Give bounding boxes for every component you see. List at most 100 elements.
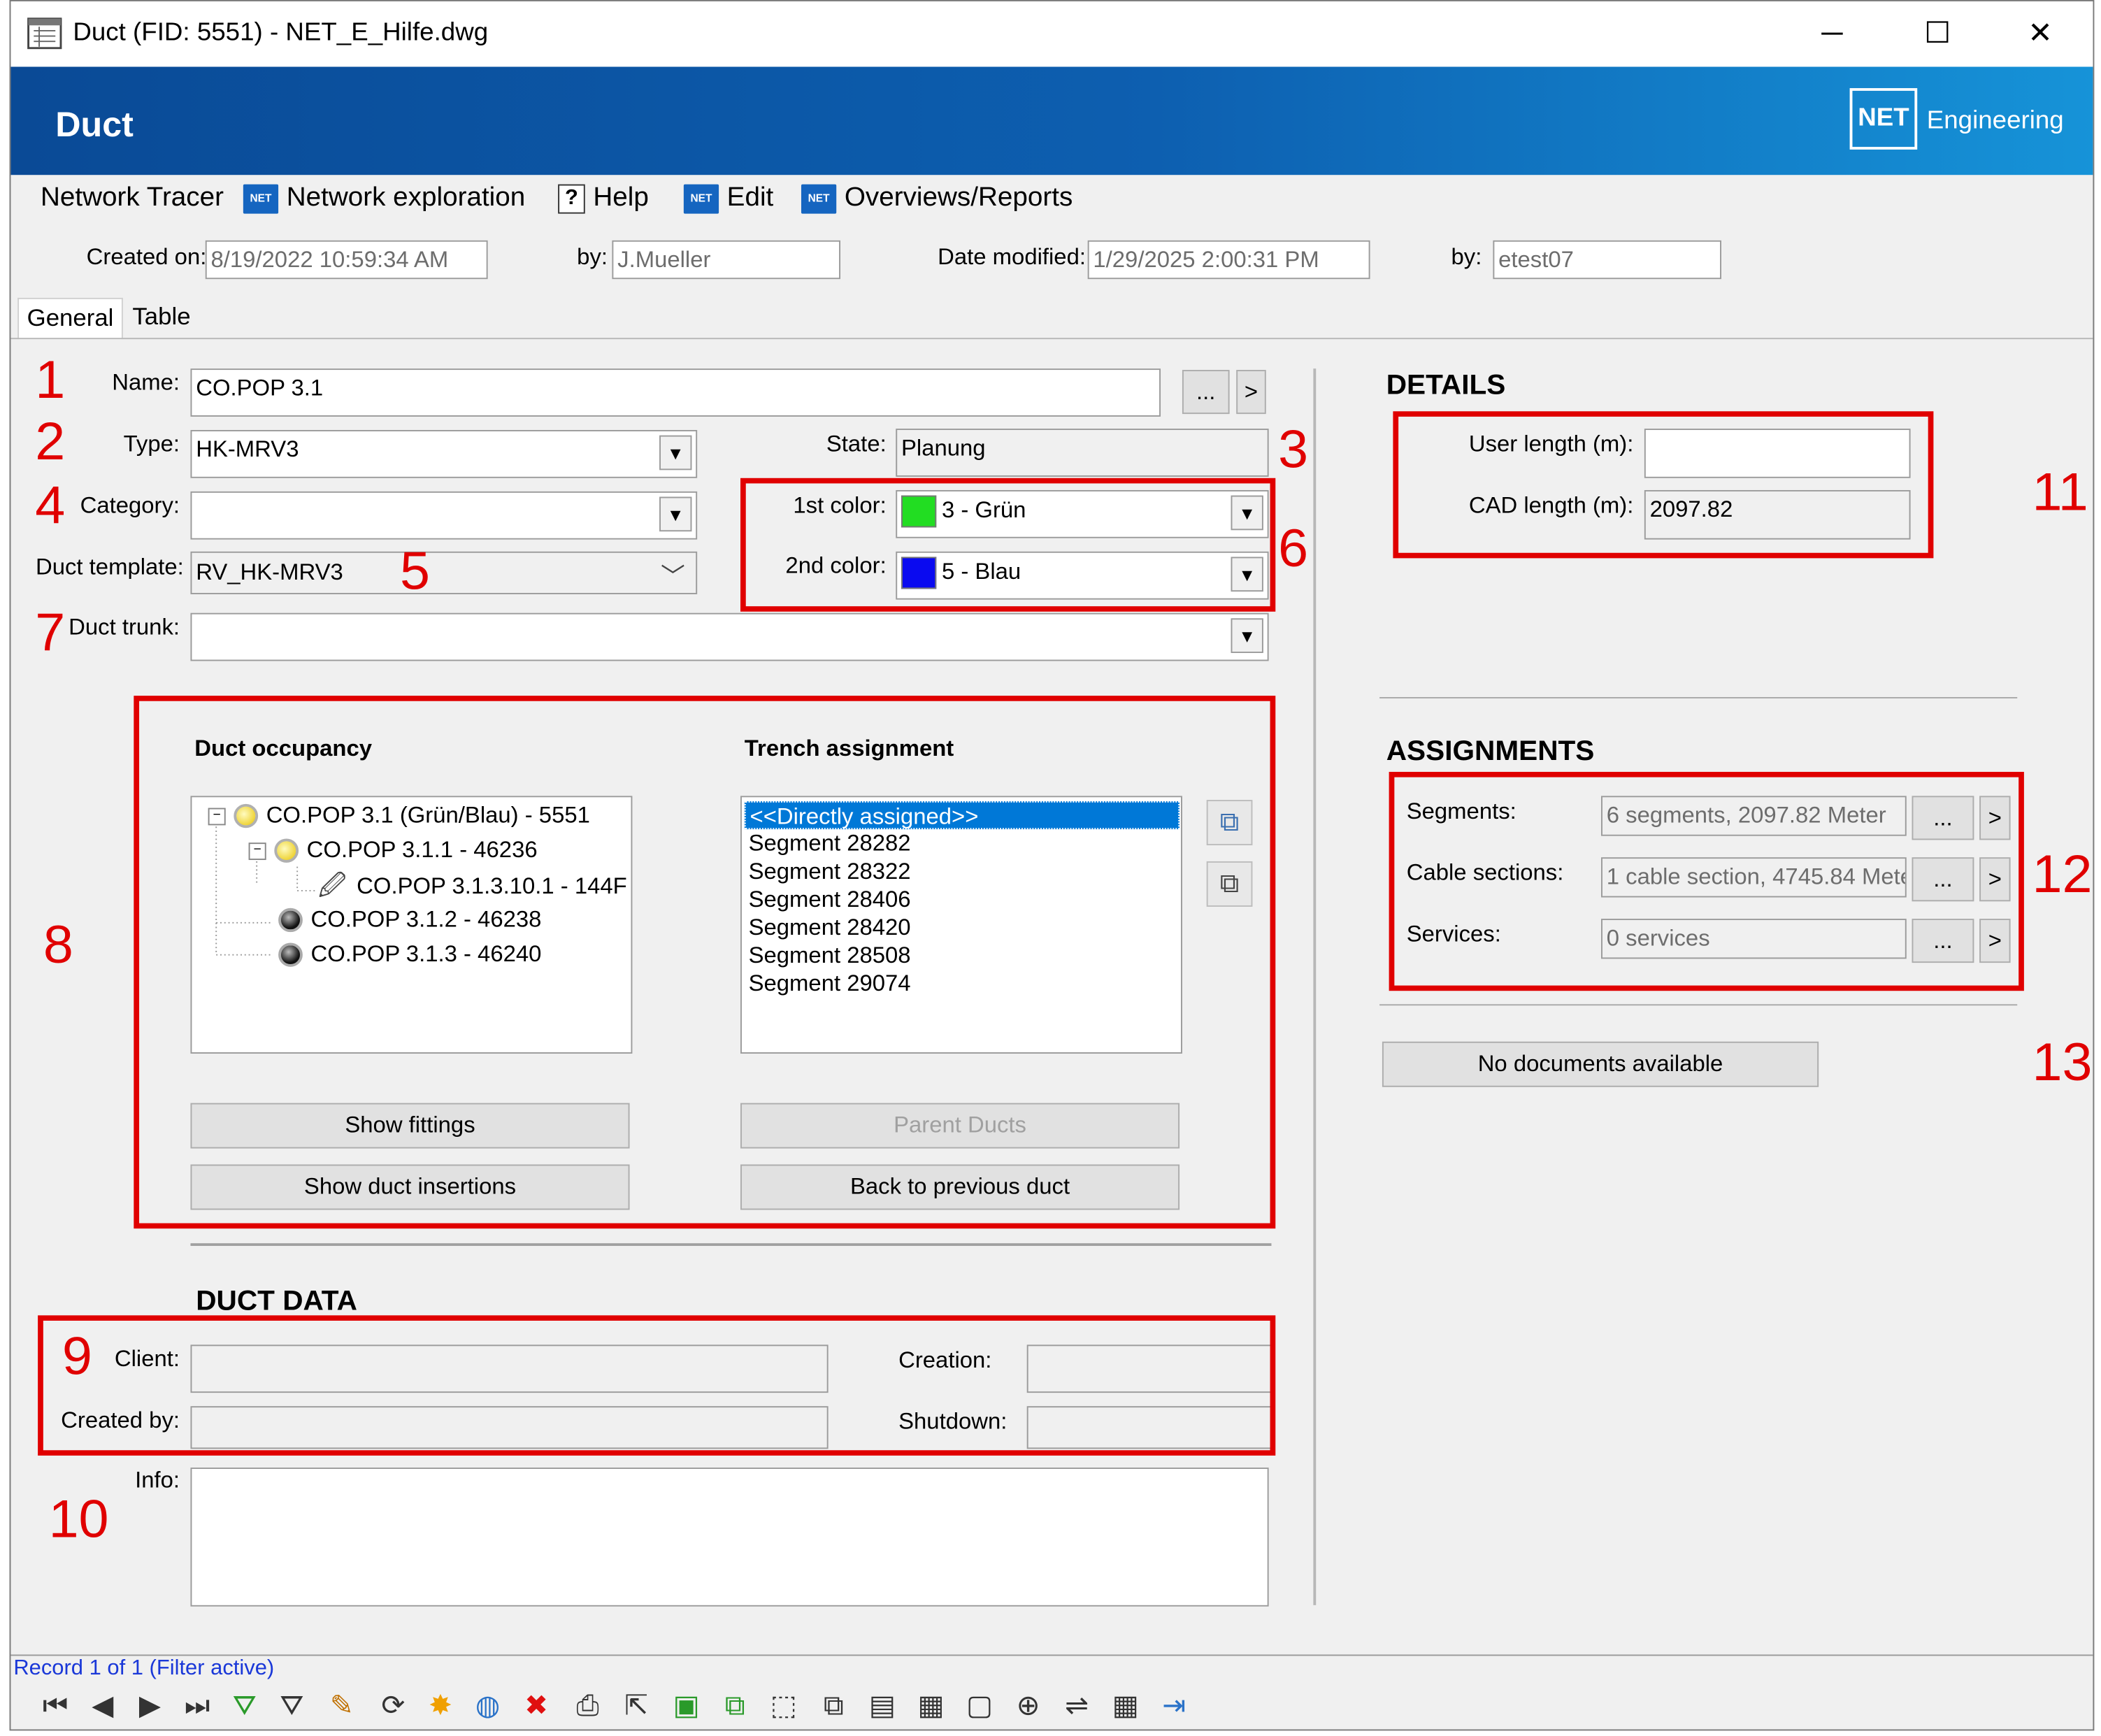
date-modified-field: 1/29/2025 2:00:31 PM [1087,240,1370,280]
minimize-button[interactable]: ─ [1805,12,1859,55]
prev-record-icon[interactable]: ◀ [83,1691,123,1723]
selection-icon[interactable]: ⬚ [763,1691,804,1723]
chevron-down-icon[interactable]: ﹀ [661,558,685,593]
dropdown-arrow-icon[interactable]: ▼ [1231,618,1263,653]
connect-icon[interactable]: ⇌ [1056,1691,1097,1723]
tab-table[interactable]: Table [124,298,199,338]
menu-help[interactable]: ? Help [558,183,649,214]
menu-overviews-reports[interactable]: NET Overviews/Reports [801,183,1073,214]
column-divider [1313,368,1317,1605]
new-icon[interactable]: ✸ [420,1691,461,1723]
type-label: Type: [123,431,180,457]
net-icon: NET [801,183,837,213]
info-textarea[interactable] [190,1468,1269,1607]
tab-divider [10,338,2093,340]
menu-label: Overviews/Reports [844,182,1073,213]
dropdown-arrow-icon[interactable]: ▼ [659,435,692,471]
annotation-box-11 [1393,411,1934,559]
created-by-field: J.Mueller [612,240,841,280]
annotation-9: 9 [62,1327,92,1386]
name-browse-button[interactable]: ... [1182,370,1230,415]
menu-label: Network exploration [286,182,526,213]
annotation-13: 13 [2032,1033,2093,1093]
menu-label: Network Tracer [40,182,224,213]
counter-icon[interactable]: ▦ [911,1691,952,1723]
print-icon[interactable]: ⎙ [568,1691,608,1723]
annotation-5: 5 [400,542,431,601]
details-title: DETAILS [1386,370,1506,401]
type-value: HK-MRV3 [196,436,299,462]
annotation-box-6 [740,478,1276,612]
delete-icon[interactable]: ✖ [516,1691,557,1723]
trunk-select[interactable]: ▼ [190,612,1269,661]
form-icon [27,17,62,50]
next-record-icon[interactable]: ▶ [130,1691,171,1723]
screenshot: Duct (FID: 5551) - NET_E_Hilfe.dwg ─ ☐ ✕… [0,0,2101,1736]
table-edit-icon[interactable]: ▦ [1105,1691,1146,1723]
annotation-1: 1 [35,351,66,410]
exit-icon[interactable]: ⇥ [1154,1691,1194,1723]
first-record-icon[interactable]: ⏮ [35,1691,76,1723]
type-select[interactable]: HK-MRV3 ▼ [190,430,698,478]
category-select[interactable]: ▼ [190,491,698,540]
document-icon[interactable]: ▢ [959,1691,1000,1723]
name-goto-button[interactable]: > [1236,370,1266,415]
annotation-box-8 [134,696,1276,1229]
date-modified-label: Date modified: [938,244,1087,270]
last-record-icon[interactable]: ⏭ [177,1691,217,1723]
template-select[interactable]: RV_HK-MRV3 ﹀ [190,551,698,594]
created-on-field: 8/19/2022 10:59:34 AM [205,240,488,280]
logo-text: Engineering [1926,106,2064,135]
category-label: Category: [80,492,180,519]
menu-network-tracer[interactable]: Network Tracer [41,183,224,214]
record-status: Record 1 of 1 (Filter active) [13,1657,275,1680]
select-pointer-icon[interactable]: ⇱ [616,1691,657,1723]
maximize-button[interactable]: ☐ [1911,12,1965,55]
window-title: Duct (FID: 5551) - NET_E_Hilfe.dwg [73,18,489,47]
menu-edit[interactable]: NET Edit [683,182,774,214]
dropdown-arrow-icon[interactable]: ▼ [659,496,692,532]
duct-data-title: DUCT DATA [196,1286,357,1317]
modified-by-field: etest07 [1493,240,1722,280]
tab-general[interactable]: General [17,297,123,340]
status-separator [10,1654,2093,1656]
assignments-title: ASSIGNMENTS [1386,736,1595,767]
copy-objects-icon[interactable]: ⧉ [715,1691,755,1723]
object-icon[interactable]: ▣ [666,1691,707,1723]
modified-by-label: by: [1451,244,1482,270]
net-icon: NET [243,183,279,213]
template-value: RV_HK-MRV3 [196,559,343,585]
menu-network-exploration[interactable]: NET Network exploration [243,183,525,214]
annotation-3: 3 [1278,420,1309,480]
filter-icon[interactable]: ⛛ [271,1691,312,1723]
assignments-separator [1379,1004,2018,1006]
details-separator [1379,697,2018,698]
new-folder-icon[interactable]: ▤ [862,1691,903,1723]
duct-window: Duct (FID: 5551) - NET_E_Hilfe.dwg ─ ☐ ✕… [9,0,2095,1731]
state-label: State: [826,431,887,457]
annotation-10: 10 [48,1490,109,1549]
annotation-7: 7 [35,603,66,663]
state-field: Planung [896,429,1269,477]
annotation-12: 12 [2032,845,2093,905]
title-bar: Duct (FID: 5551) - NET_E_Hilfe.dwg ─ ☐ ✕ [10,1,2093,67]
name-input[interactable]: CO.POP 3.1 [190,368,1161,417]
annotation-box-9 [38,1315,1276,1456]
trunk-label: Duct trunk: [69,614,180,640]
menu-label: Edit [726,182,774,213]
add-filter-icon[interactable]: ⛛ [224,1691,265,1723]
refresh-icon[interactable]: ⟳ [373,1691,413,1723]
net-icon: NET [683,183,719,213]
menu-label: Help [593,182,649,213]
zoom-add-icon[interactable]: ⊕ [1008,1691,1049,1723]
template-label: Duct template: [35,554,184,580]
annotation-6: 6 [1278,519,1309,579]
duplicate-icon[interactable]: ⧉ [813,1691,854,1723]
page-title: Duct [55,103,134,145]
pencil-icon[interactable]: ✎ [322,1691,362,1723]
close-button[interactable]: ✕ [2013,12,2067,55]
globe-icon[interactable]: ◍ [468,1691,508,1723]
no-documents-button[interactable]: No documents available [1382,1041,1819,1087]
annotation-box-12 [1389,771,2024,991]
annotation-11: 11 [2032,463,2088,522]
